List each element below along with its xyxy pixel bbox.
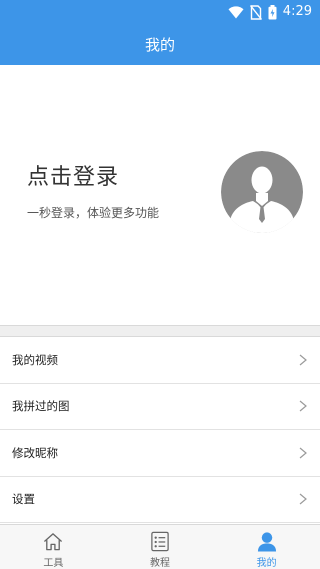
status-time: 4:29 [282, 4, 312, 19]
tab-mine[interactable]: 我的 [213, 525, 320, 569]
menu-item-my-collages[interactable]: 我拼过的图 [0, 383, 320, 430]
login-subtitle: 一秒登录，体验更多功能 [27, 206, 160, 220]
bottom-tab-bar: 工具 教程 我的 [0, 524, 320, 569]
status-icons: 4:29 [228, 3, 312, 21]
tab-label: 教程 [150, 558, 170, 569]
user-avatar-icon [221, 151, 303, 233]
chevron-right-icon [299, 400, 307, 412]
chevron-right-icon [299, 493, 307, 505]
login-section[interactable]: 点击登录 一秒登录，体验更多功能 [0, 65, 320, 325]
person-icon [257, 532, 276, 552]
menu-item-my-videos[interactable]: 我的视频 [0, 337, 320, 384]
menu-item-label: 我的视频 [12, 352, 58, 367]
tab-tools[interactable]: 工具 [0, 525, 107, 569]
page-title: 我的 [144, 36, 175, 54]
menu-item-label: 我拼过的图 [12, 399, 70, 414]
list-icon [151, 531, 169, 552]
section-divider [0, 325, 320, 337]
status-bar: 4:29 [0, 0, 320, 24]
menu-list: 我的视频 我拼过的图 修改昵称 设置 [0, 337, 320, 523]
menu-item-label: 设置 [12, 492, 35, 507]
no-sim-icon [249, 4, 262, 20]
chevron-right-icon [299, 447, 307, 459]
login-title[interactable]: 点击登录 [27, 159, 119, 191]
menu-item-settings[interactable]: 设置 [0, 476, 320, 523]
home-icon [44, 533, 63, 551]
tab-label: 我的 [256, 558, 277, 569]
avatar[interactable] [221, 151, 303, 233]
battery-charging-icon [268, 4, 277, 19]
chevron-right-icon [299, 354, 307, 366]
app-bar: 我的 [0, 24, 320, 65]
menu-item-label: 修改昵称 [12, 445, 58, 460]
wifi-icon [228, 5, 244, 18]
menu-item-edit-nickname[interactable]: 修改昵称 [0, 430, 320, 477]
tab-tutorials[interactable]: 教程 [107, 525, 214, 569]
tab-label: 工具 [43, 558, 64, 569]
